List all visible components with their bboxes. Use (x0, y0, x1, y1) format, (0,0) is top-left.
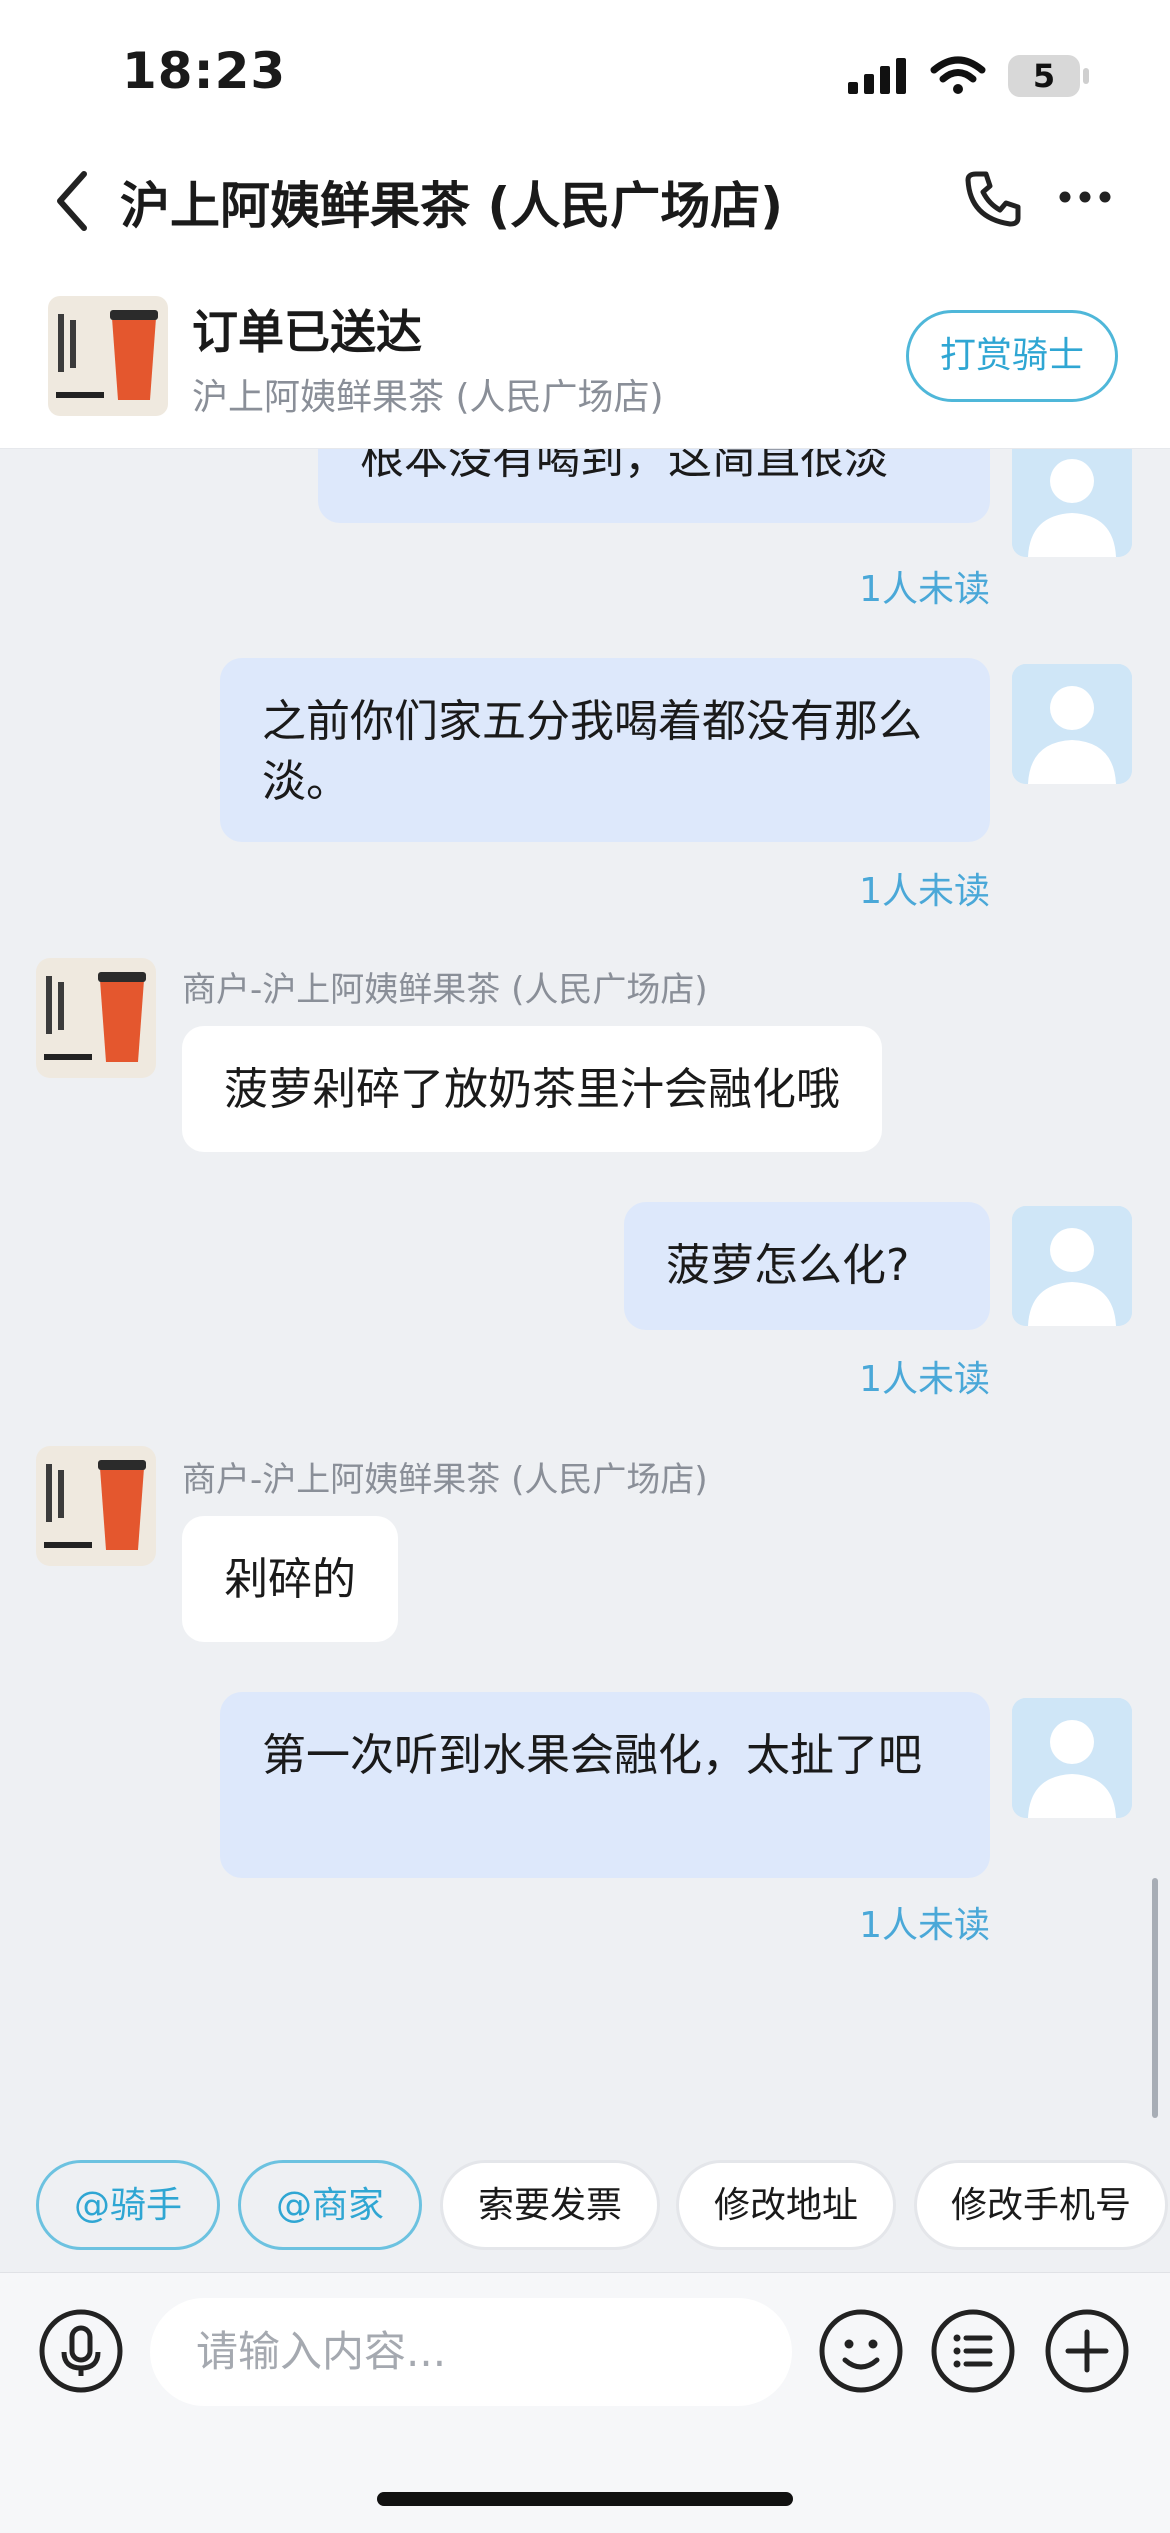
my-message-bubble[interactable]: 第一次听到水果会融化，太扯了吧 (220, 1692, 990, 1878)
my-message-bubble[interactable]: 菠萝怎么化? (624, 1202, 990, 1330)
emoji-icon[interactable] (818, 2308, 904, 2394)
scrollbar[interactable] (1152, 1878, 1158, 2118)
plus-icon[interactable] (1044, 2308, 1130, 2394)
avatar[interactable] (1012, 664, 1132, 784)
microphone-icon[interactable] (38, 2308, 124, 2394)
read-status: 1人未读 (859, 1905, 990, 1946)
quick-reply-at-merchant[interactable]: @商家 (238, 2160, 422, 2250)
read-status: 1人未读 (859, 1359, 990, 1400)
status-time: 18:23 (122, 42, 287, 100)
merchant-message-bubble[interactable]: 菠萝剁碎了放奶茶里汁会融化哦 (182, 1026, 882, 1152)
reward-rider-button[interactable]: 打赏骑士 (906, 310, 1118, 402)
battery-indicator: 5 (1008, 55, 1080, 97)
my-message-bubble[interactable]: 根本没有喝到，这简直很淡 (318, 449, 990, 523)
wifi-icon (930, 56, 986, 94)
message-text: 剁碎的 (224, 1554, 356, 1605)
message-clip: 根本没有喝到，这简直很淡 (0, 449, 1170, 599)
avatar[interactable] (1012, 449, 1132, 557)
quick-reply-change-phone[interactable]: 修改手机号 (914, 2160, 1168, 2250)
battery-cap (1083, 68, 1089, 84)
merchant-message-bubble[interactable]: 剁碎的 (182, 1516, 398, 1642)
merchant-avatar[interactable] (36, 958, 156, 1078)
home-indicator[interactable] (377, 2492, 793, 2506)
my-message-bubble[interactable]: 之前你们家五分我喝着都没有那么淡。 (220, 658, 990, 842)
message-text: 菠萝剁碎了放奶茶里汁会融化哦 (224, 1064, 840, 1115)
read-status: 1人未读 (859, 569, 990, 610)
avatar[interactable] (1012, 1206, 1132, 1326)
more-icon[interactable] (1058, 190, 1112, 204)
order-status-title: 订单已送达 (192, 305, 422, 359)
sender-name: 商户-沪上阿姨鲜果茶 (人民广场店) (182, 970, 708, 1010)
message-text: 第一次听到水果会融化，太扯了吧 (262, 1730, 922, 1781)
message-input[interactable]: 请输入内容... (150, 2298, 792, 2406)
order-store-name: 沪上阿姨鲜果茶 (人民广场店) (192, 377, 664, 418)
page-title: 沪上阿姨鲜果茶 (人民广场店) (120, 177, 784, 235)
message-text: 根本没有喝到，这简直很淡 (360, 449, 888, 484)
chevron-left-icon[interactable] (50, 168, 94, 234)
sender-name: 商户-沪上阿姨鲜果茶 (人民广场店) (182, 1460, 708, 1500)
list-icon[interactable] (930, 2308, 1016, 2394)
message-text: 菠萝怎么化? (666, 1240, 910, 1291)
phone-icon[interactable] (962, 168, 1022, 228)
quick-reply-change-address[interactable]: 修改地址 (676, 2160, 896, 2250)
quick-reply-invoice[interactable]: 索要发票 (440, 2160, 660, 2250)
merchant-avatar[interactable] (36, 1446, 156, 1566)
store-thumbnail (48, 296, 168, 416)
message-text: 之前你们家五分我喝着都没有那么淡。 (262, 696, 922, 807)
quick-reply-at-rider[interactable]: @骑手 (36, 2160, 220, 2250)
read-status: 1人未读 (859, 871, 990, 912)
signal-icon (848, 58, 906, 94)
avatar[interactable] (1012, 1698, 1132, 1818)
